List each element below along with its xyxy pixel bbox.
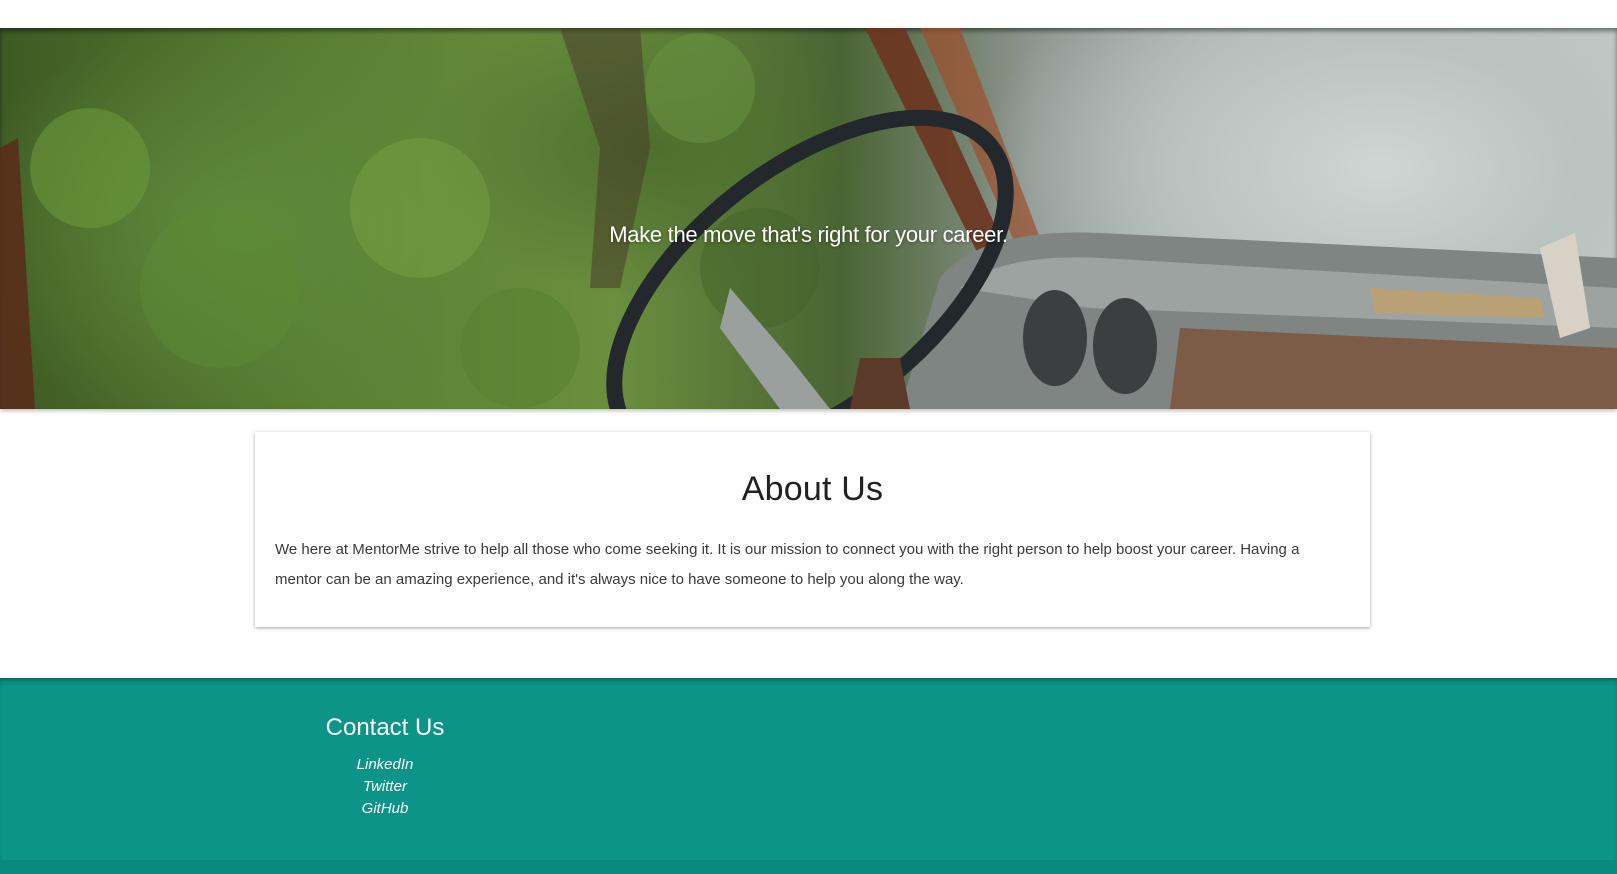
footer: Contact Us LinkedIn Twitter GitHub — [0, 678, 1617, 860]
footer-bottom-bar — [0, 860, 1617, 874]
github-link[interactable]: GitHub — [362, 800, 409, 817]
about-card: About Us We here at MentorMe strive to h… — [255, 432, 1370, 627]
about-title: About Us — [741, 470, 884, 508]
contact-section: Contact Us LinkedIn Twitter GitHub — [305, 714, 465, 820]
list-item: Twitter — [305, 776, 465, 798]
top-bar — [0, 0, 1617, 28]
list-item: LinkedIn — [305, 754, 465, 776]
hero-banner: Make the move that's right for your care… — [0, 28, 1617, 409]
contact-links: LinkedIn Twitter GitHub — [305, 754, 465, 820]
linkedin-link[interactable]: LinkedIn — [357, 756, 414, 773]
hero-tagline: Make the move that's right for your care… — [609, 222, 1008, 247]
about-description: We here at MentorMe strive to help all t… — [275, 541, 1300, 588]
contact-title: Contact Us — [325, 714, 445, 741]
list-item: GitHub — [305, 798, 465, 820]
hero-image — [0, 28, 1617, 409]
twitter-link[interactable]: Twitter — [363, 778, 407, 795]
